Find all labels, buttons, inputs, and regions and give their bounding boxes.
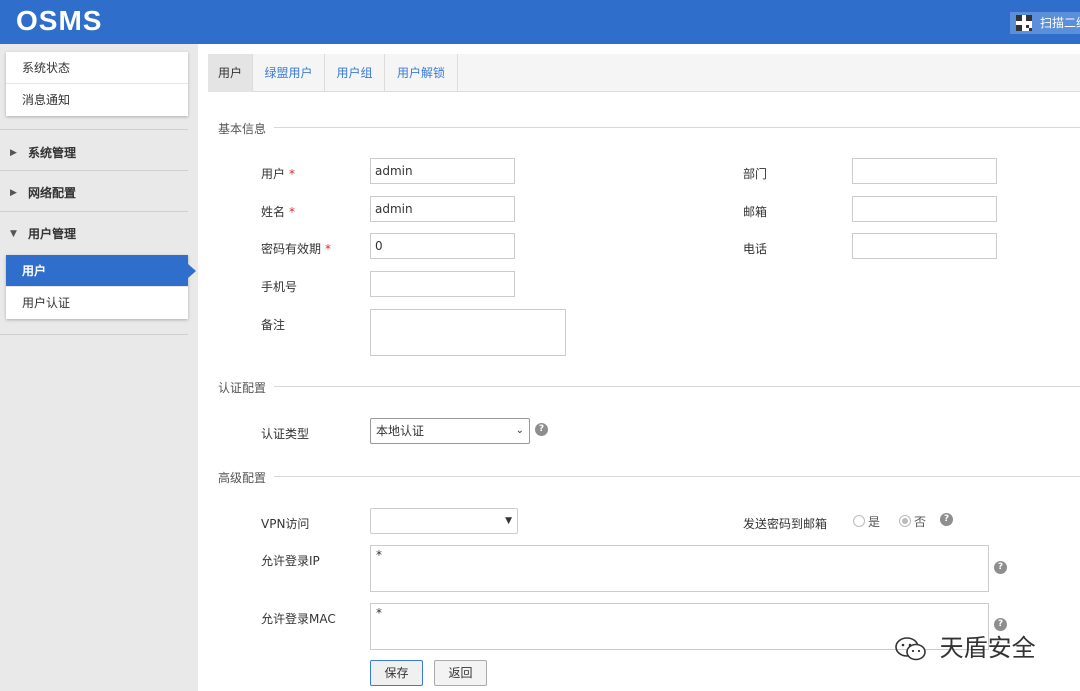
- sidebar: 系统状态 消息通知 ▶ 系统管理 ▶ 网络配置 ▼ 用户管理 用户 用户认证: [0, 44, 198, 691]
- qr-scan-label: 扫描二维: [1040, 16, 1080, 30]
- auth-type-label: 认证类型: [261, 427, 310, 441]
- section-divider: [274, 127, 1080, 128]
- sidebar-item-label: 系统状态: [22, 61, 71, 75]
- sidebar-group-system-mgmt[interactable]: ▶ 系统管理: [0, 133, 188, 173]
- section-divider: [274, 476, 1080, 477]
- vpn-label: VPN访问: [261, 517, 310, 531]
- sidebar-group-network-config[interactable]: ▶ 网络配置: [0, 173, 188, 213]
- pwd-expiry-label: 密码有效期 *: [261, 242, 332, 256]
- sidebar-top-card: 系统状态 消息通知: [6, 52, 188, 116]
- tab-user[interactable]: 用户: [208, 54, 253, 92]
- wechat-icon: [895, 637, 926, 661]
- sidebar-group-label: 网络配置: [28, 186, 77, 200]
- yes-label: 是: [868, 515, 881, 529]
- section-title-basic: 基本信息: [218, 122, 267, 136]
- sidebar-divider: [0, 334, 188, 335]
- send-pwd-label: 发送密码到邮箱: [743, 517, 828, 531]
- send-pwd-yes-radio[interactable]: [853, 515, 865, 527]
- sidebar-item-users[interactable]: 用户: [6, 255, 196, 287]
- allow-ip-field[interactable]: *: [370, 545, 989, 592]
- remark-label: 备注: [261, 318, 286, 332]
- sidebar-item-system-status[interactable]: 系统状态: [6, 52, 188, 84]
- phone-field[interactable]: [852, 233, 997, 259]
- tab-bar: 用户 绿盟用户 用户组 用户解锁: [208, 54, 1080, 92]
- name-label: 姓名 *: [261, 205, 296, 219]
- help-icon[interactable]: ?: [940, 513, 953, 526]
- top-header: OSMS 扫描二维: [0, 0, 1080, 44]
- sidebar-item-label: 用户: [22, 264, 47, 278]
- help-icon[interactable]: ?: [535, 423, 548, 436]
- section-title-auth: 认证配置: [218, 381, 267, 395]
- sidebar-item-user-auth[interactable]: 用户认证: [6, 287, 188, 319]
- sidebar-divider: [0, 170, 188, 171]
- allow-mac-label: 允许登录MAC: [261, 612, 336, 626]
- tab-label: 用户解锁: [396, 66, 445, 80]
- section-title-advanced: 高级配置: [218, 471, 267, 485]
- sidebar-item-label: 用户认证: [22, 296, 71, 310]
- allow-ip-label: 允许登录IP: [261, 554, 320, 568]
- mobile-label: 手机号: [261, 280, 298, 294]
- auth-type-select[interactable]: 本地认证 ⌄: [370, 418, 530, 444]
- watermark-text: 天盾安全: [939, 634, 1036, 662]
- caret-down-icon: ▼: [10, 229, 17, 239]
- tab-user-unlock[interactable]: 用户解锁: [385, 54, 458, 92]
- help-icon[interactable]: ?: [994, 561, 1007, 574]
- vpn-select[interactable]: ▼: [370, 508, 518, 534]
- sidebar-item-label: 消息通知: [22, 93, 71, 107]
- email-field[interactable]: [852, 196, 997, 222]
- caret-down-icon: ▼: [505, 516, 512, 526]
- user-field[interactable]: admin: [370, 158, 515, 184]
- sidebar-divider: [0, 211, 188, 212]
- sidebar-group-user-mgmt[interactable]: ▼ 用户管理: [0, 214, 188, 254]
- watermark: 天盾安全: [894, 628, 1036, 663]
- sidebar-divider: [0, 129, 188, 130]
- required-mark: *: [289, 205, 296, 219]
- section-divider: [274, 386, 1080, 387]
- save-button[interactable]: 保存: [370, 660, 423, 686]
- app-logo: OSMS: [16, 5, 103, 36]
- tab-nsfocus-user[interactable]: 绿盟用户: [253, 54, 325, 92]
- remark-field[interactable]: [370, 309, 566, 356]
- sidebar-group-label: 用户管理: [28, 227, 77, 241]
- required-mark: *: [325, 242, 332, 256]
- tab-label: 用户组: [336, 66, 373, 80]
- no-label: 否: [914, 515, 927, 529]
- qr-code-icon: [1016, 15, 1032, 31]
- tab-user-group[interactable]: 用户组: [325, 54, 385, 92]
- auth-type-value: 本地认证: [376, 424, 425, 438]
- name-field[interactable]: admin: [370, 196, 515, 222]
- user-label: 用户 *: [261, 167, 296, 181]
- tab-label: 绿盟用户: [264, 66, 313, 80]
- chevron-down-icon: ⌄: [515, 425, 524, 436]
- sidebar-item-notifications[interactable]: 消息通知: [6, 84, 188, 116]
- dept-field[interactable]: [852, 158, 997, 184]
- phone-label: 电话: [743, 242, 768, 256]
- dept-label: 部门: [743, 167, 768, 181]
- caret-right-icon: ▶: [10, 188, 17, 198]
- sidebar-group-label: 系统管理: [28, 146, 77, 160]
- email-label: 邮箱: [743, 205, 768, 219]
- caret-right-icon: ▶: [10, 148, 17, 158]
- mobile-field[interactable]: [370, 271, 515, 297]
- qr-scan-button[interactable]: 扫描二维: [1010, 12, 1080, 34]
- send-pwd-no-radio[interactable]: [899, 515, 911, 527]
- required-mark: *: [289, 167, 296, 181]
- sidebar-sub-card: 用户 用户认证: [6, 255, 196, 319]
- back-button[interactable]: 返回: [434, 660, 487, 686]
- pwd-expiry-field[interactable]: 0: [370, 233, 515, 259]
- tab-label: 用户: [217, 66, 242, 80]
